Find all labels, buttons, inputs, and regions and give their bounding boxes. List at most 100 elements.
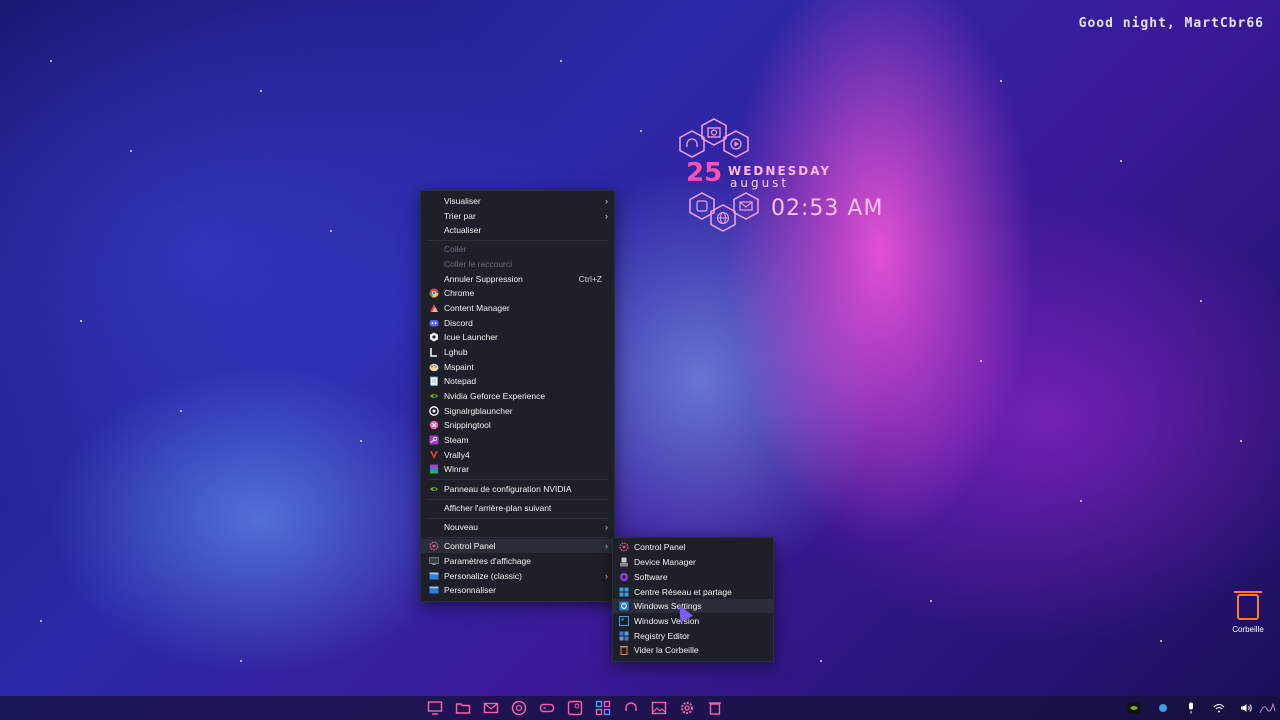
submenu-item-label: Software	[634, 572, 668, 582]
menu-item-nvidia-control-panel[interactable]: Panneau de configuration NVIDIA	[421, 482, 614, 496]
network-tray-icon[interactable]	[1156, 701, 1170, 715]
menu-item-label: Afficher l'arrière-plan suivant	[444, 503, 552, 513]
submenu-item-label: Registry Editor	[634, 631, 690, 641]
software-icon	[619, 572, 629, 582]
mail-icon[interactable]	[483, 700, 499, 716]
submenu-item-software[interactable]: Software	[613, 570, 773, 584]
menu-item-content-manager[interactable]: Content Manager	[421, 301, 614, 315]
menu-item-mspaint[interactable]: Mspaint	[421, 360, 614, 374]
menu-separator	[427, 499, 608, 500]
menu-item-icue[interactable]: Icue Launcher	[421, 330, 614, 344]
chevron-right-icon: ›	[605, 541, 608, 551]
menu-item-steam[interactable]: Steam	[421, 433, 614, 447]
clock-widget: 25 WEDNESDAY august 02:53 AM	[676, 118, 916, 238]
menu-item-notepad[interactable]: Notepad	[421, 374, 614, 388]
play-icon[interactable]	[722, 130, 750, 158]
menu-item-personalize-classic[interactable]: Personalize (classic) ›	[421, 569, 614, 583]
menu-item-lghub[interactable]: Lghub	[421, 345, 614, 359]
chevron-right-icon: ›	[605, 196, 608, 206]
photos-icon[interactable]	[651, 700, 667, 716]
menu-item-vrally4[interactable]: Vrally4	[421, 448, 614, 462]
menu-item-parametres-affichage[interactable]: Paramètres d'affichage	[421, 554, 614, 568]
nvidia-tray-icon[interactable]	[1126, 701, 1142, 715]
submenu-item-device-manager[interactable]: Device Manager	[613, 555, 773, 569]
snipping-icon	[429, 420, 439, 430]
submenu-item-control-panel[interactable]: Control Panel	[613, 540, 773, 554]
menu-item-snippingtool[interactable]: Snippingtool	[421, 418, 614, 432]
menu-item-visualiser[interactable]: Visualiser ›	[421, 194, 614, 208]
menu-item-label: Nvidia Geforce Experience	[444, 391, 546, 401]
windows-version-icon	[619, 616, 629, 626]
submenu-item-centre-reseau[interactable]: Centre Réseau et partage	[613, 585, 773, 599]
vrally-icon	[429, 450, 439, 460]
menu-separator	[427, 240, 608, 241]
menu-item-label: Paramètres d'affichage	[444, 556, 531, 566]
menu-item-label: Trier par	[444, 211, 476, 221]
computer-icon[interactable]	[427, 700, 443, 716]
menu-item-nvidia-geforce[interactable]: Nvidia Geforce Experience	[421, 389, 614, 403]
menu-item-annuler-suppression[interactable]: Annuler Suppression Ctrl+Z	[421, 272, 614, 286]
device-manager-icon	[619, 557, 629, 567]
menu-item-personnaliser[interactable]: Personnaliser	[421, 583, 614, 597]
recycle-bin-label: Corbeille	[1232, 625, 1264, 634]
menu-item-control-panel[interactable]: Control Panel ›	[421, 539, 614, 553]
notepad-icon	[429, 376, 439, 386]
settings-icon	[619, 601, 629, 611]
submenu-item-vider-corbeille[interactable]: Vider la Corbeille	[613, 643, 773, 657]
chevron-right-icon: ›	[605, 211, 608, 221]
nvidia-icon	[429, 484, 439, 494]
gear-icon[interactable]	[679, 700, 695, 716]
content-manager-icon	[429, 303, 439, 313]
winrar-icon	[429, 464, 439, 474]
menu-item-signalrgb[interactable]: Signalrgblauncher	[421, 404, 614, 418]
trash-icon[interactable]	[707, 700, 723, 716]
menu-item-trier-par[interactable]: Trier par ›	[421, 209, 614, 223]
wifi-icon[interactable]	[1212, 701, 1226, 715]
desktop-context-menu: Visualiser › Trier par › Actualiser Coll…	[420, 190, 615, 602]
registry-icon	[619, 631, 629, 641]
chrome-icon	[429, 288, 439, 298]
menu-item-label: Winrar	[444, 464, 470, 474]
folder-icon[interactable]	[455, 700, 471, 716]
microphone-icon[interactable]	[1184, 701, 1198, 715]
menu-item-label: Personalize (classic)	[444, 571, 522, 581]
paint-icon	[429, 362, 439, 372]
nvidia-icon	[429, 391, 439, 401]
widget-month: august	[730, 176, 790, 190]
personalize-icon	[429, 571, 439, 581]
menu-item-label: Signalrgblauncher	[444, 406, 513, 416]
menu-item-next-background[interactable]: Afficher l'arrière-plan suivant	[421, 501, 614, 515]
recycle-bin-desktop-icon[interactable]: Corbeille	[1228, 591, 1268, 634]
menu-item-label: Steam	[444, 435, 469, 445]
submenu-item-windows-settings[interactable]: Windows Settings	[613, 599, 773, 613]
submenu-item-windows-version[interactable]: Windows Version	[613, 614, 773, 628]
submenu-item-label: Vider la Corbeille	[634, 645, 699, 655]
recycle-bin-icon	[1234, 591, 1262, 620]
steam-icon[interactable]	[567, 700, 583, 716]
menu-item-label: Mspaint	[444, 362, 474, 372]
menu-item-label: Annuler Suppression	[444, 274, 523, 284]
taskbar	[0, 696, 1280, 720]
menu-item-winrar[interactable]: Winrar	[421, 462, 614, 476]
globe-icon[interactable]	[709, 204, 737, 232]
menu-separator	[427, 537, 608, 538]
menu-item-label: Actualiser	[444, 225, 482, 235]
volume-icon[interactable]	[1238, 701, 1254, 715]
apps-grid-icon[interactable]	[595, 700, 611, 716]
headset-icon[interactable]	[623, 700, 639, 716]
chrome-icon[interactable]	[511, 700, 527, 716]
recycle-bin-icon	[619, 645, 629, 655]
menu-item-chrome[interactable]: Chrome	[421, 286, 614, 300]
menu-item-nouveau[interactable]: Nouveau ›	[421, 520, 614, 534]
submenu-item-label: Centre Réseau et partage	[634, 587, 732, 597]
widget-time: 02:53 AM	[771, 196, 884, 221]
menu-item-discord[interactable]: Discord	[421, 316, 614, 330]
control-panel-icon	[619, 542, 629, 552]
menu-item-label: Vrally4	[444, 450, 470, 460]
menu-item-actualiser[interactable]: Actualiser	[421, 223, 614, 237]
menu-item-label: Coller	[444, 244, 467, 254]
submenu-item-registry-editor[interactable]: Registry Editor	[613, 629, 773, 643]
gamepad-icon[interactable]	[539, 700, 555, 716]
menu-item-label: Chrome	[444, 288, 475, 298]
menu-item-coller: Coller	[421, 242, 614, 256]
